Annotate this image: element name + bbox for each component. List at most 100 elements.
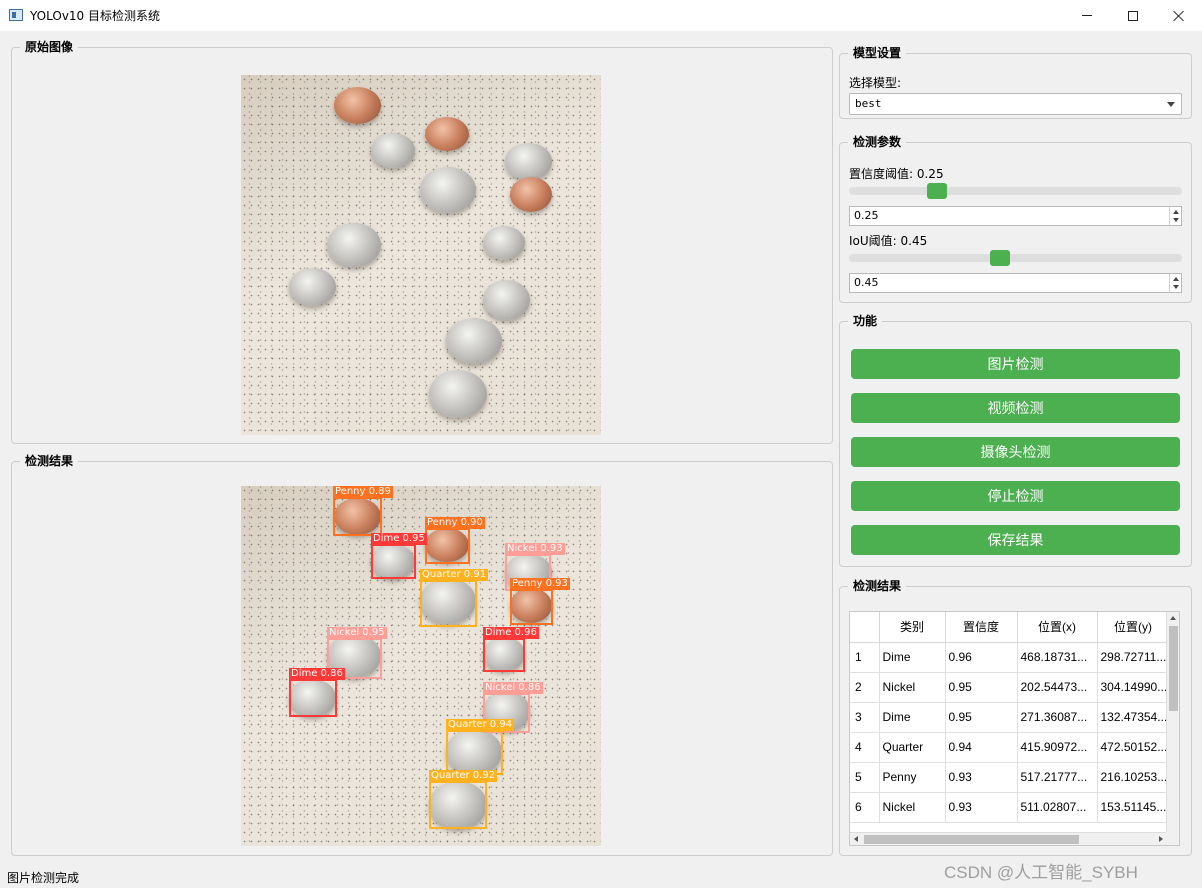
confidence-cell: 0.93 [945,762,1018,793]
position-x-cell: 468.18731... [1017,642,1098,673]
detection-label: Penny 0.93 [510,578,570,590]
detection-box: Quarter 0.91 [420,569,489,627]
spin-arrows-icon[interactable] [1169,207,1181,225]
table-row[interactable]: 3 Dime 0.95 271.36087... 132.47354... [850,702,1170,733]
column-header[interactable]: 位置(x) [1017,612,1098,643]
detection-box: Dime 0.95 [371,533,427,579]
position-x-cell: 415.90972... [1017,732,1098,763]
class-cell: Dime [879,702,946,733]
coin [446,318,502,364]
scrollbar-corner [1166,832,1179,845]
coin [420,167,476,213]
position-y-cell: 304.14990... [1097,672,1170,703]
position-y-cell: 216.10253... [1097,762,1170,793]
column-header[interactable]: 置信度 [945,612,1018,643]
column-header[interactable]: 位置(y) [1097,612,1170,643]
iou-slider-handle[interactable] [989,250,1010,266]
status-bar-text: 图片检测完成 [7,871,80,885]
detection-label: Quarter 0.91 [420,569,489,581]
detection-box: Dime 0.96 [483,627,539,672]
position-x-cell: 511.02807... [1017,792,1098,823]
scroll-up-icon[interactable] [1170,616,1176,620]
camera-detect-button[interactable]: 摄像头检测 [851,437,1180,467]
coin [425,117,469,151]
confidence-cell: 0.96 [945,642,1018,673]
detection-box: Dime 0.86 [289,668,345,717]
class-cell: Nickel [879,672,946,703]
stop-detect-button[interactable]: 停止检测 [851,481,1180,511]
vertical-scroll-thumb[interactable] [1169,626,1178,711]
model-select-label: 选择模型: [849,76,902,90]
results-table[interactable]: 类别 置信度 位置(x) 位置(y) 1 Dime 0.96 468.18731… [849,611,1180,846]
detection-label: Nickel 0.86 [483,682,543,694]
save-results-button[interactable]: 保存结果 [851,525,1180,555]
results-table-title: 检测结果 [848,579,907,594]
class-cell: Dime [879,642,946,673]
confidence-spinbox[interactable]: 0.25 [849,206,1182,226]
detection-label: Quarter 0.94 [446,719,515,731]
position-y-cell: 132.47354... [1097,702,1170,733]
row-number: 3 [850,702,880,733]
minimize-icon[interactable] [1064,0,1110,31]
coin [510,177,552,212]
table-row[interactable]: 2 Nickel 0.95 202.54473... 304.14990... [850,672,1170,703]
model-select[interactable]: best [849,93,1182,115]
position-y-cell: 298.72711... [1097,642,1170,673]
coin [483,226,525,260]
confidence-cell: 0.95 [945,672,1018,703]
confidence-slider-handle[interactable] [927,183,948,199]
table-row[interactable]: 5 Penny 0.93 517.21777... 216.10253... [850,762,1170,793]
coin [371,133,415,168]
iou-slider[interactable] [849,250,1182,266]
row-number: 2 [850,672,880,703]
image-detect-button[interactable]: 图片检测 [851,349,1180,379]
scroll-left-icon[interactable] [854,836,858,842]
confidence-cell: 0.94 [945,732,1018,763]
coin [429,370,487,418]
chevron-down-icon[interactable] [1167,102,1175,107]
detection-label: Penny 0.89 [333,486,393,498]
app-window-icon [9,9,23,21]
table-vertical-scrollbar[interactable] [1166,612,1179,833]
class-cell: Nickel [879,792,946,823]
detection-label: Dime 0.86 [289,668,345,680]
table-row[interactable]: 6 Nickel 0.93 511.02807... 153.51145... [850,792,1170,823]
coin [505,143,552,180]
iou-spinbox[interactable]: 0.45 [849,273,1182,293]
table-row[interactable]: 1 Dime 0.96 468.18731... 298.72711... [850,642,1170,673]
row-number: 5 [850,762,880,793]
detection-label: Dime 0.95 [371,533,427,545]
coin [334,87,381,124]
confidence-slider[interactable] [849,183,1182,199]
row-number: 6 [850,792,880,823]
table-header-row: 类别 置信度 位置(x) 位置(y) [850,612,1170,643]
iou-threshold-label: IoU阈值: 0.45 [849,234,928,248]
position-y-cell: 153.51145... [1097,792,1170,823]
row-number: 1 [850,642,880,673]
detection-image-title: 检测结果 [20,454,79,469]
video-detect-button[interactable]: 视频检测 [851,393,1180,423]
coin [289,268,336,306]
maximize-icon[interactable] [1110,0,1156,31]
row-number: 4 [850,732,880,763]
detection-params-title: 检测参数 [848,135,907,150]
position-y-cell: 472.50152... [1097,732,1170,763]
horizontal-scroll-thumb[interactable] [864,835,1079,844]
coin [483,280,530,320]
spin-arrows-icon[interactable] [1169,274,1181,292]
detection-result-image: Penny 0.89 Penny 0.90 Dime 0.95 Nickel 0… [241,486,601,846]
table-corner-header[interactable] [850,612,880,643]
watermark-text: CSDN @人工智能_SYBH [944,863,1138,882]
table-row[interactable]: 4 Quarter 0.94 415.90972... 472.50152... [850,732,1170,763]
table-horizontal-scrollbar[interactable] [850,832,1167,845]
detection-label: Penny 0.90 [425,517,485,529]
class-cell: Quarter [879,732,946,763]
confidence-threshold-label: 置信度阈值: 0.25 [849,167,944,181]
iou-spinbox-value: 0.45 [854,276,879,289]
column-header[interactable]: 类别 [879,612,946,643]
close-icon[interactable] [1156,0,1202,31]
position-x-cell: 517.21777... [1017,762,1098,793]
detection-box: Penny 0.90 [425,517,485,564]
scroll-right-icon[interactable] [1159,836,1163,842]
detection-box: Penny 0.89 [333,486,393,536]
